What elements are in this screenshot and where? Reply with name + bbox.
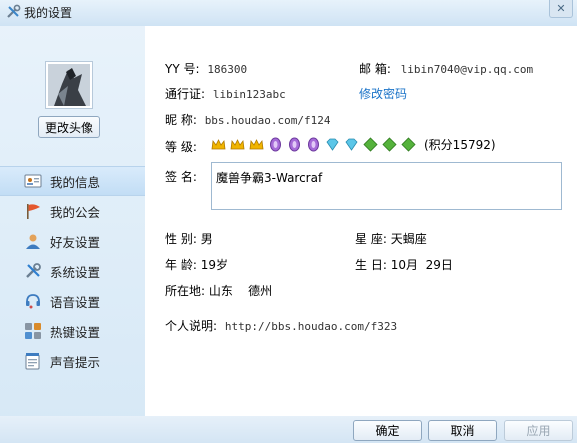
crown-icon bbox=[230, 139, 245, 150]
gender-label: 性 别: bbox=[165, 232, 197, 246]
cancel-button[interactable]: 取消 bbox=[428, 420, 497, 441]
leaf-icon bbox=[382, 137, 397, 152]
headset-icon bbox=[26, 294, 40, 309]
sidebar-item-my-guild[interactable]: 我的公会 bbox=[0, 196, 145, 226]
diamond-icon bbox=[326, 138, 339, 151]
email-value: libin7040@vip.qq.com bbox=[400, 63, 534, 76]
sidebar-item-label: 语音设置 bbox=[50, 294, 101, 310]
location-label: 所在地: bbox=[165, 284, 206, 298]
change-password-link[interactable]: 修改密码 bbox=[359, 85, 407, 102]
settings-nav: 我的信息 我的公会 好友设置 系统设置 语音设置 热键设置 声音提示 bbox=[0, 166, 145, 376]
crown-icon bbox=[249, 139, 264, 150]
score-text: (积分15792) bbox=[424, 138, 496, 152]
purple-gem-icon bbox=[308, 137, 319, 152]
sidebar-item-sound-alerts[interactable]: 声音提示 bbox=[0, 346, 145, 376]
close-icon: ✕ bbox=[556, 2, 566, 15]
sidebar-item-voice[interactable]: 语音设置 bbox=[0, 286, 145, 316]
birthday-value: 10月 29日 bbox=[390, 258, 453, 272]
sidebar-item-system[interactable]: 系统设置 bbox=[0, 256, 145, 286]
purple-gem-icon bbox=[270, 137, 281, 152]
leaf-icon bbox=[363, 137, 378, 152]
yy-value: 186300 bbox=[207, 63, 248, 76]
footer-bar: 确定 取消 应用 bbox=[0, 416, 577, 443]
close-button[interactable]: ✕ bbox=[549, 0, 573, 18]
passport-label: 通行证: bbox=[165, 87, 206, 101]
avatar-image bbox=[48, 64, 90, 106]
level-label: 等 级: bbox=[165, 140, 197, 154]
sidebar-item-my-info[interactable]: 我的信息 bbox=[0, 166, 145, 196]
sidebar-item-label: 系统设置 bbox=[50, 264, 101, 280]
sidebar-item-hotkeys[interactable]: 热键设置 bbox=[0, 316, 145, 346]
sidebar-item-label: 我的信息 bbox=[50, 174, 101, 190]
signature-label: 签 名: bbox=[165, 170, 197, 184]
profile-panel: YY 号: 186300 邮 箱: libin7040@vip.qq.com 通… bbox=[145, 26, 577, 416]
zodiac-value: 天蝎座 bbox=[390, 232, 427, 246]
user-icon bbox=[26, 234, 40, 249]
nickname-value: bbs.houdao.com/f124 bbox=[204, 114, 331, 127]
purple-gem-icon bbox=[289, 137, 300, 152]
sidebar-item-friends[interactable]: 好友设置 bbox=[0, 226, 145, 256]
title-bar: 我的设置 ✕ bbox=[0, 0, 577, 26]
age-label: 年 龄: bbox=[165, 258, 197, 272]
bio-label: 个人说明: bbox=[165, 319, 218, 333]
age-value: 19岁 bbox=[200, 258, 228, 272]
email-label: 邮 箱: bbox=[359, 62, 391, 76]
ok-button[interactable]: 确定 bbox=[353, 420, 422, 441]
window-title: 我的设置 bbox=[24, 6, 73, 20]
level-badges: (积分15792) bbox=[211, 136, 496, 153]
signature-input[interactable]: 魔兽争霸3-Warcraf bbox=[211, 162, 562, 210]
gender-value: 男 bbox=[200, 232, 213, 246]
sidebar-item-label: 声音提示 bbox=[50, 354, 101, 370]
passport-value: libin123abc bbox=[212, 88, 286, 101]
notepad-icon bbox=[25, 353, 40, 370]
zodiac-label: 星 座: bbox=[355, 232, 387, 246]
nickname-label: 昵 称: bbox=[165, 113, 197, 127]
diamond-icon bbox=[345, 138, 358, 151]
apply-button[interactable]: 应用 bbox=[504, 420, 573, 441]
signature-value: 魔兽争霸3-Warcraf bbox=[216, 171, 323, 185]
bio-value: http://bbs.houdao.com/f323 bbox=[224, 320, 398, 333]
sidebar-item-label: 好友设置 bbox=[50, 234, 101, 250]
change-avatar-button[interactable]: 更改头像 bbox=[38, 116, 100, 138]
avatar bbox=[45, 61, 93, 109]
birthday-label: 生 日: bbox=[355, 258, 387, 272]
sidebar-item-label: 热键设置 bbox=[50, 324, 101, 340]
yy-label: YY 号: bbox=[165, 62, 200, 76]
sidebar: 更改头像 我的信息 我的公会 好友设置 系统设置 语音设置 热键设置 声音提示 bbox=[0, 26, 145, 416]
keyboard-icon bbox=[25, 323, 41, 339]
flag-icon bbox=[27, 204, 40, 219]
id-card-icon bbox=[24, 174, 42, 188]
tools-icon bbox=[26, 263, 41, 278]
sidebar-item-label: 我的公会 bbox=[50, 204, 101, 220]
leaf-icon bbox=[401, 137, 416, 152]
crown-icon bbox=[211, 139, 226, 150]
tools-icon bbox=[7, 4, 21, 18]
location-value: 山东 德州 bbox=[208, 284, 273, 298]
